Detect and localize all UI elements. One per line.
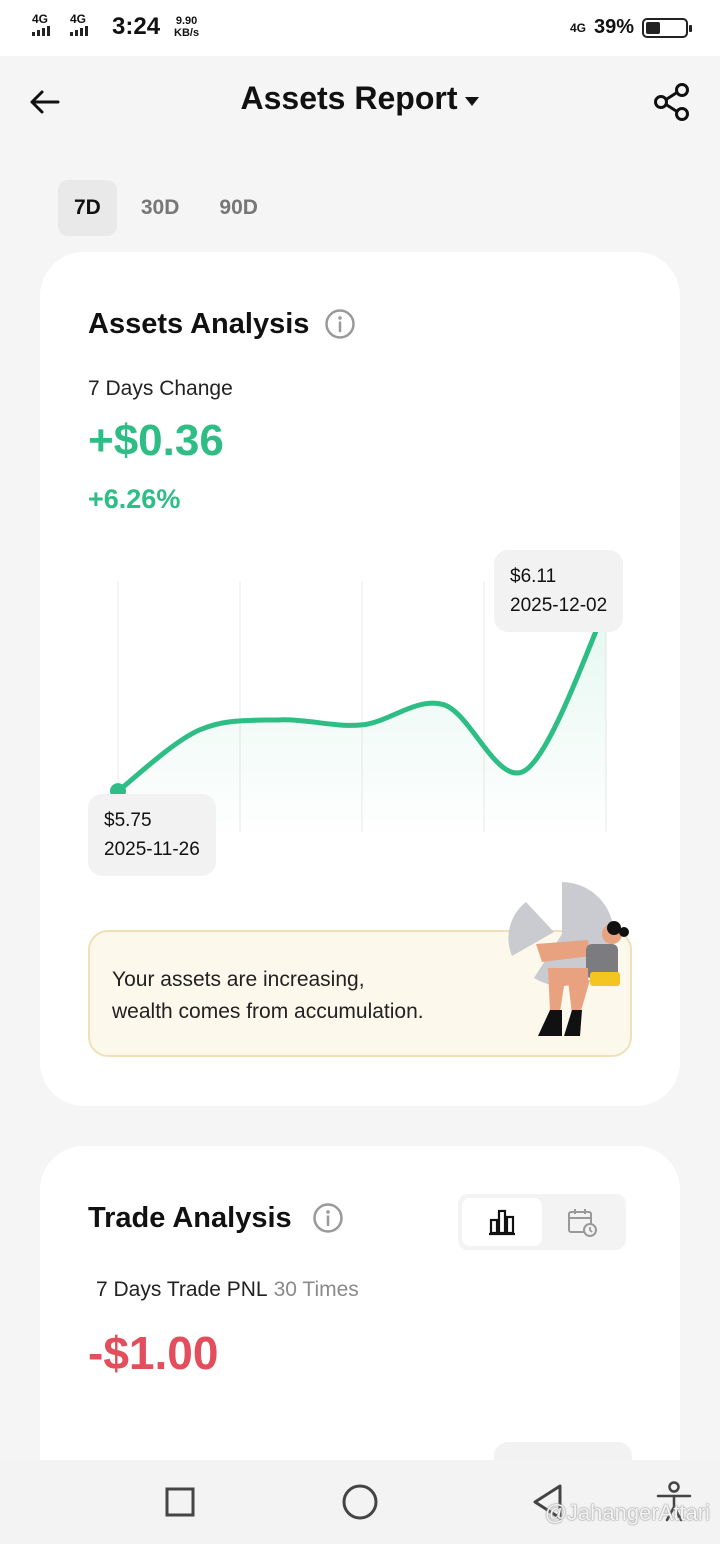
network-type-1: 4G — [32, 12, 49, 26]
share-button[interactable] — [650, 80, 694, 124]
pnl-label-row: 7 Days Trade PNL 30 Times — [96, 1278, 359, 1302]
change-value: +$0.36 — [88, 416, 224, 465]
signal-icon: 4G — [32, 12, 62, 38]
system-nav-bar: @JahangerAttari — [0, 1460, 720, 1544]
assets-analysis-title: Assets Analysis — [88, 308, 310, 340]
pnl-trade-count: 30 Times — [273, 1278, 359, 1301]
clock: 3:24 — [112, 13, 161, 40]
pnl-value: -$1.00 — [88, 1327, 219, 1379]
calendar-icon — [568, 1209, 597, 1237]
low-value: $5.75 — [104, 810, 152, 831]
network-type-2: 4G — [70, 12, 87, 26]
share-icon — [654, 83, 689, 121]
bar-view-button[interactable] — [462, 1198, 542, 1246]
chart-high-tooltip: $6.11 2025-12-02 — [494, 550, 624, 632]
tab-7d[interactable]: 7D — [58, 180, 117, 236]
chart-view-toggle — [458, 1194, 626, 1250]
person-pie-chart-illustration — [508, 882, 629, 1036]
info-icon[interactable] — [312, 1202, 344, 1234]
high-date: 2025-12-02 — [510, 595, 608, 616]
network-type-3: 4G — [569, 20, 586, 35]
change-label: 7 Days Change — [88, 377, 233, 400]
status-bar: 4G 4G 3:24 9.90 KB/s 4G 39% — [0, 0, 720, 56]
app-header: Assets Report — [0, 56, 720, 146]
square-recents-icon — [165, 1487, 195, 1517]
signal-icon-2: 4G — [70, 12, 100, 38]
chart-low-tooltip: $5.75 2025-11-26 — [88, 794, 216, 876]
circle-home-icon — [342, 1484, 378, 1520]
tab-30d[interactable]: 30D — [125, 180, 196, 236]
change-percent: +6.26% — [88, 484, 181, 514]
assets-analysis-card: Assets Analysis 7 Days Change +$0.36 +6.… — [40, 252, 680, 1106]
info-icon[interactable] — [324, 308, 356, 340]
period-tabs: 7D 30D 90D — [58, 180, 274, 236]
insight-text: Your assets are increasing, wealth comes… — [112, 968, 424, 1023]
tab-90d[interactable]: 90D — [203, 180, 274, 236]
pnl-label: 7 Days Trade PNL — [96, 1278, 268, 1301]
page-title[interactable]: Assets Report — [241, 80, 458, 116]
low-date: 2025-11-26 — [104, 839, 200, 860]
battery-percent: 39% — [593, 16, 634, 38]
calendar-view-button[interactable] — [542, 1198, 622, 1246]
chevron-down-icon[interactable] — [465, 97, 480, 107]
battery-icon — [642, 17, 692, 38]
recents-button[interactable] — [158, 1480, 202, 1524]
home-button[interactable] — [338, 1480, 382, 1524]
trade-analysis-title: Trade Analysis — [88, 1202, 292, 1234]
high-value: $6.11 — [510, 566, 557, 587]
network-speed: 9.90 KB/s — [174, 15, 200, 39]
watermark-text: @JahangerAttari — [544, 1500, 710, 1525]
bar-chart-icon — [489, 1209, 515, 1236]
report-selector[interactable]: Assets Report — [0, 80, 720, 117]
